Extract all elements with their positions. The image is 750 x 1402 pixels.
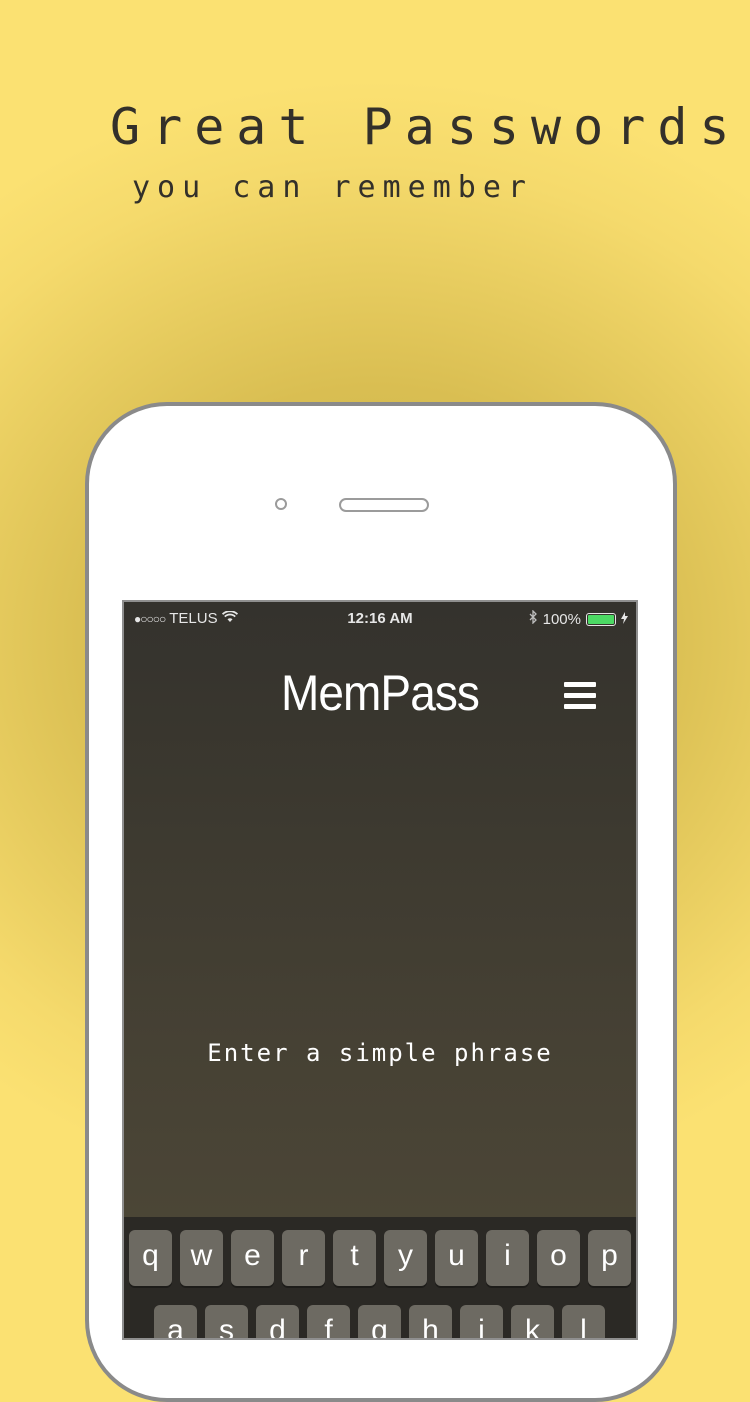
promo-headline: Great Passwords (110, 98, 742, 156)
phrase-prompt[interactable]: Enter a simple phrase (124, 1039, 636, 1067)
key-p[interactable]: p (588, 1230, 631, 1286)
charging-bolt-icon (621, 611, 628, 628)
battery-icon (586, 612, 616, 626)
key-h[interactable]: h (409, 1305, 452, 1338)
battery-level-fill (588, 614, 614, 624)
promo-subline: you can remember (132, 170, 533, 205)
key-i[interactable]: i (486, 1230, 529, 1286)
key-r[interactable]: r (282, 1230, 325, 1286)
key-j[interactable]: j (460, 1305, 503, 1338)
key-e[interactable]: e (231, 1230, 274, 1286)
key-y[interactable]: y (384, 1230, 427, 1286)
app-navbar: MemPass (124, 664, 636, 734)
phone-screen: ●○○○○ TELUS 12:16 AM 100% MemPass Enter … (122, 600, 638, 1340)
key-a[interactable]: a (154, 1305, 197, 1338)
key-g[interactable]: g (358, 1305, 401, 1338)
app-title: MemPass (280, 665, 480, 721)
earpiece-speaker (339, 498, 429, 512)
status-bar: ●○○○○ TELUS 12:16 AM 100% (124, 602, 636, 634)
key-q[interactable]: q (129, 1230, 172, 1286)
key-f[interactable]: f (307, 1305, 350, 1338)
key-s[interactable]: s (205, 1305, 248, 1338)
battery-percent: 100% (542, 610, 581, 628)
bluetooth-icon (529, 609, 538, 628)
key-w[interactable]: w (180, 1230, 223, 1286)
key-d[interactable]: d (256, 1305, 299, 1338)
key-l[interactable]: l (562, 1305, 605, 1338)
keyboard: q w e r t y u i o p a s d f g h j k l (124, 1217, 636, 1338)
key-o[interactable]: o (537, 1230, 580, 1286)
hamburger-menu-icon[interactable] (564, 682, 596, 710)
key-k[interactable]: k (511, 1305, 554, 1338)
key-t[interactable]: t (333, 1230, 376, 1286)
key-u[interactable]: u (435, 1230, 478, 1286)
front-camera (275, 498, 287, 510)
